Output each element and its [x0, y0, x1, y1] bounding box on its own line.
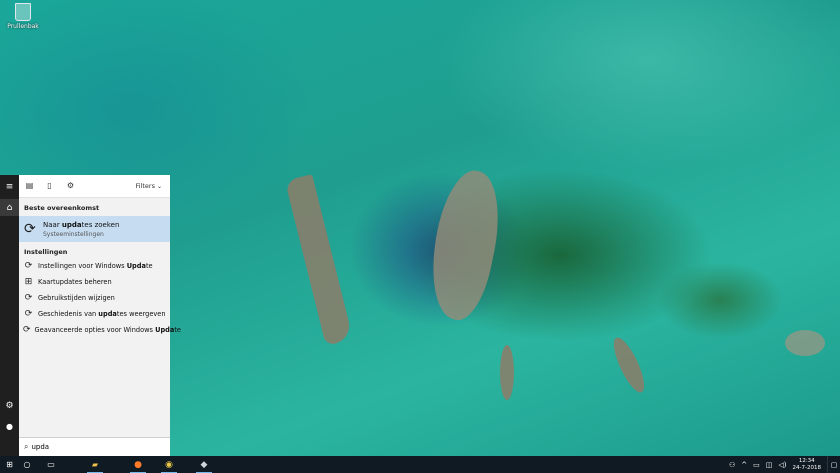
- wallpaper-island: [420, 165, 510, 325]
- chrome-button[interactable]: ◉: [158, 456, 180, 473]
- apps-icon[interactable]: ▤: [25, 181, 34, 190]
- gear-icon: ⚙: [5, 400, 14, 411]
- search-box[interactable]: ⌕: [19, 437, 170, 456]
- sync-icon: ⟳: [24, 293, 33, 303]
- people-icon[interactable]: ⚇: [729, 461, 735, 469]
- map-icon: ⊞: [24, 277, 33, 287]
- task-view-icon: ▭: [47, 460, 55, 469]
- recycle-bin-icon: [15, 3, 31, 21]
- wallpaper-islet: [500, 345, 514, 400]
- result-update-history[interactable]: ⟳ Geschiedenis van updates weergeven: [19, 306, 170, 322]
- search-icon: ○: [23, 460, 31, 469]
- result-label: Geavanceerde opties voor Windows Update: [34, 326, 181, 334]
- filters-label: Filters: [135, 182, 155, 190]
- system-tray: ⚇ ^ ▭ ◫ ◁) 12:34 24-7-2018 ▢: [726, 456, 840, 473]
- filters-dropdown[interactable]: Filters ⌄: [135, 182, 162, 190]
- firefox-button[interactable]: ●: [127, 456, 149, 473]
- firefox-icon: ●: [134, 459, 142, 470]
- search-input[interactable]: [31, 443, 152, 451]
- search-icon: ⌕: [24, 442, 29, 451]
- sync-icon: ⟳: [24, 309, 33, 319]
- search-panel: ▤ ▯ ⚙ Filters ⌄ Beste overeenkomst ⟳ Naar…: [19, 175, 181, 456]
- best-match-heading: Beste overeenkomst: [24, 204, 100, 212]
- task-view-button[interactable]: ▭: [42, 456, 60, 473]
- gear-icon[interactable]: ⚙: [66, 181, 75, 190]
- start-icon: ⊞: [6, 460, 13, 469]
- notification-button[interactable]: ▢: [827, 456, 840, 473]
- search-taskbar-button[interactable]: ○: [19, 456, 35, 473]
- clock-date: 24-7-2018: [792, 464, 821, 471]
- start-rail: ≡ ⌂ ⚙ ●: [0, 175, 19, 456]
- user-button[interactable]: ●: [0, 418, 19, 435]
- wallpaper-islet: [785, 330, 825, 356]
- result-windows-update-settings[interactable]: ⟳ Instellingen voor Windows Update: [19, 258, 170, 274]
- settings-heading: Instellingen: [24, 248, 68, 256]
- file-explorer-button[interactable]: ▰: [84, 456, 106, 473]
- taskbar: ⊞ ○ ▭ ▰ ● ◉ ◆ ⚇ ^ ▭ ◫ ◁) 12:34 24-7-2018…: [0, 456, 840, 473]
- home-button[interactable]: ⌂: [0, 199, 19, 216]
- sync-icon: ⟳: [24, 221, 36, 237]
- battery-icon[interactable]: ▭: [753, 461, 760, 469]
- desktop-icon-label: Prullenbak: [7, 23, 39, 30]
- result-label: Instellingen voor Windows Update: [38, 262, 153, 270]
- sync-icon: ⟳: [24, 261, 33, 271]
- result-label: Kaartupdates beheren: [38, 278, 112, 286]
- chevron-down-icon: ⌄: [156, 183, 162, 190]
- sync-icon: ⟳: [23, 325, 31, 335]
- best-match-subtitle: Systeeminstellingen: [43, 231, 104, 238]
- desktop-icon-recycle-bin[interactable]: Prullenbak: [6, 3, 40, 30]
- wallpaper-islet: [608, 334, 650, 396]
- network-icon[interactable]: ◫: [766, 461, 773, 469]
- result-active-hours[interactable]: ⟳ Gebruikstijden wijzigen: [19, 290, 170, 306]
- menu-button[interactable]: ≡: [0, 178, 19, 195]
- home-icon: ⌂: [6, 202, 13, 213]
- document-icon[interactable]: ▯: [45, 181, 54, 190]
- chrome-icon: ◉: [165, 459, 173, 470]
- settings-button[interactable]: ⚙: [0, 397, 19, 414]
- result-label: Gebruikstijden wijzigen: [38, 294, 115, 302]
- app-button[interactable]: ◆: [193, 456, 215, 473]
- file-explorer-icon: ▰: [91, 460, 99, 469]
- hamburger-icon: ≡: [5, 181, 14, 192]
- chevron-up-icon[interactable]: ^: [741, 461, 747, 469]
- notification-icon: ▢: [830, 460, 838, 469]
- wallpaper-spit: [284, 174, 354, 346]
- user-icon: ●: [6, 422, 13, 431]
- clock[interactable]: 12:34 24-7-2018: [793, 458, 821, 471]
- best-match-title: Naar updates zoeken: [43, 221, 120, 229]
- search-toolbar: ▤ ▯ ⚙ Filters ⌄: [19, 175, 170, 198]
- result-label: Geschiedenis van updates weergeven: [38, 310, 166, 318]
- start-button[interactable]: ⊞: [0, 456, 19, 473]
- app-icon: ◆: [200, 459, 208, 470]
- best-match-result[interactable]: ⟳ Naar updates zoeken Systeeminstellinge…: [19, 216, 170, 242]
- result-map-updates[interactable]: ⊞ Kaartupdates beheren: [19, 274, 170, 290]
- volume-icon[interactable]: ◁): [778, 461, 786, 469]
- result-advanced-options[interactable]: ⟳ Geavanceerde opties voor Windows Updat…: [19, 322, 181, 338]
